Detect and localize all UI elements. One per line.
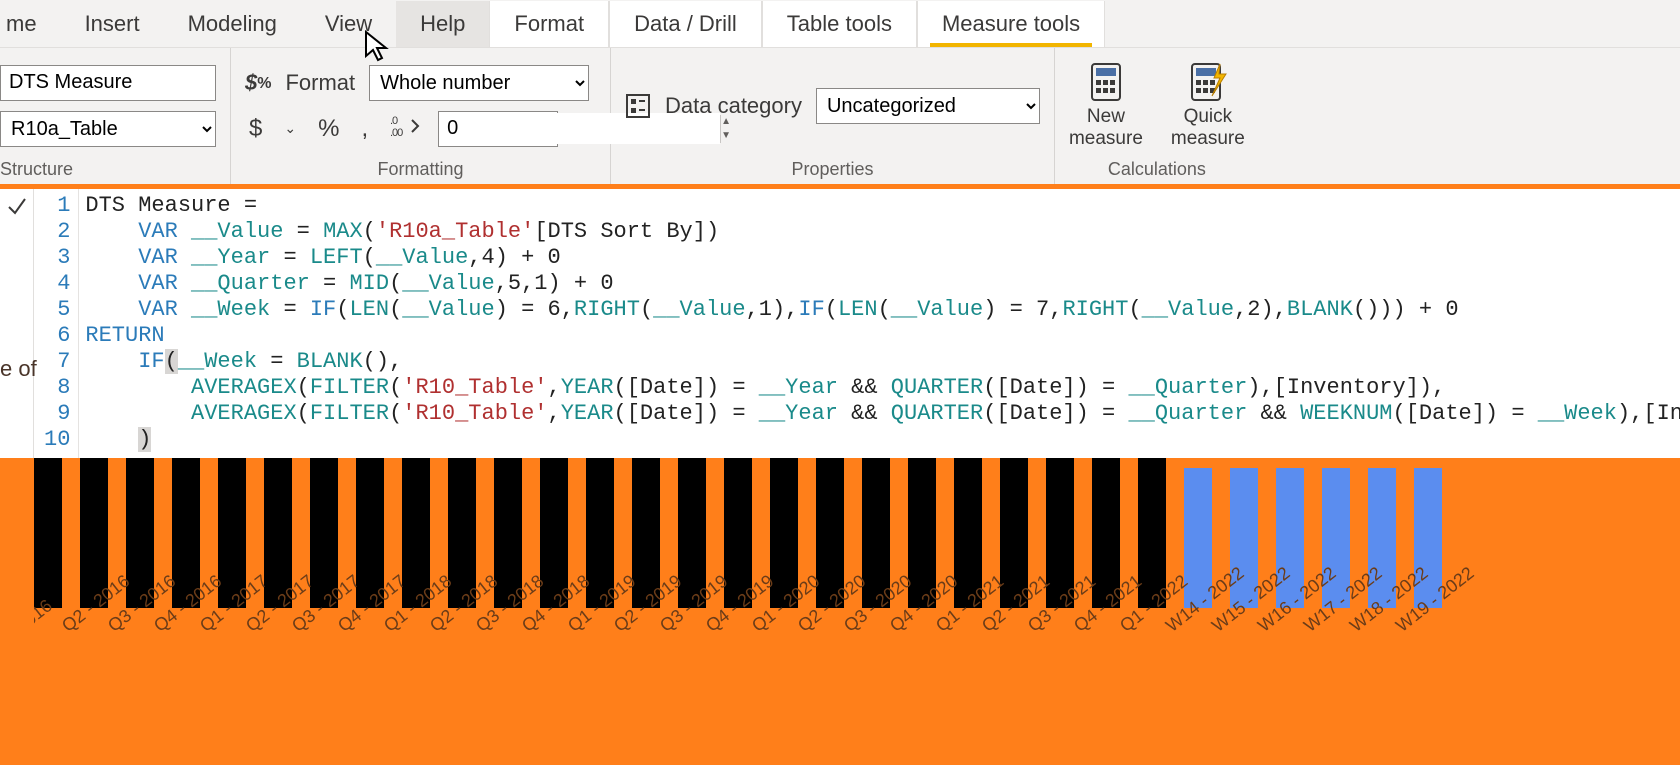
group-structure-label: Structure [0,157,216,182]
group-formatting: $% Format Whole number $ ⌄ % , .0.00 [231,48,611,184]
chart-x-axis-labels: 2016Q2 - 2016Q3 - 2016Q4 - 2016Q1 - 2017… [34,620,1680,710]
format-label: Format [285,70,355,96]
ribbon-tabs: me Insert Modeling View Help Format Data… [0,0,1680,48]
data-category-icon [625,93,651,119]
percent-button[interactable]: % [314,115,343,143]
tab-home[interactable]: me [0,1,61,47]
formula-bar: 12345678910 DTS Measure = VAR __Value = … [0,186,1680,458]
measure-name-input[interactable] [0,65,216,101]
tab-table-tools[interactable]: Table tools [762,1,917,47]
tab-measure-tools[interactable]: Measure tools [917,1,1105,47]
decimal-places-spinner[interactable]: ▲▼ [438,111,558,147]
group-properties: Data category Uncategorized Properties [611,48,1055,184]
chart-bar[interactable] [34,458,62,608]
currency-dropdown-icon[interactable]: ⌄ [280,120,300,137]
line-number-gutter: 12345678910 [34,189,79,458]
data-category-select[interactable]: Uncategorized [816,88,1040,124]
tab-help[interactable]: Help [396,1,489,47]
svg-text:.00: .00 [390,127,403,138]
data-category-label: Data category [665,93,802,119]
quick-measure-label: Quickmeasure [1171,106,1245,150]
dax-code-editor[interactable]: DTS Measure = VAR __Value = MAX('R10a_Ta… [79,189,1680,458]
new-measure-button[interactable]: Newmeasure [1069,62,1143,150]
group-structure: R10a_Table Structure [0,48,231,184]
cropped-left-label: e of [0,356,37,382]
svg-text:.0: .0 [390,115,398,127]
tab-format[interactable]: Format [489,1,609,47]
tab-view[interactable]: View [301,1,396,47]
format-select[interactable]: Whole number [369,65,589,101]
tab-data-drill[interactable]: Data / Drill [609,1,762,47]
quick-measure-button[interactable]: Quickmeasure [1171,62,1245,150]
commit-formula-button[interactable] [0,189,34,458]
thousands-button[interactable]: , [357,115,372,143]
group-properties-label: Properties [625,157,1040,182]
currency-button[interactable]: $ [245,115,266,143]
calculator-icon [1086,62,1126,102]
new-measure-label: Newmeasure [1069,106,1143,150]
calculator-lightning-icon [1186,62,1230,102]
ribbon-body: R10a_Table Structure $% Format Whole num… [0,48,1680,186]
format-icon: $% [245,70,271,96]
group-formatting-label: Formatting [245,157,596,182]
chart-area: 2016Q2 - 2016Q3 - 2016Q4 - 2016Q1 - 2017… [34,458,1680,718]
checkmark-icon [6,195,28,217]
home-table-select[interactable]: R10a_Table [0,111,216,147]
decimal-places-icon[interactable]: .0.00 [386,114,424,144]
tab-insert[interactable]: Insert [61,1,164,47]
group-calculations: Newmeasure Quickmeasure [1055,48,1259,184]
group-calculations-label: Calculations [1069,157,1245,182]
tab-modeling[interactable]: Modeling [164,1,301,47]
